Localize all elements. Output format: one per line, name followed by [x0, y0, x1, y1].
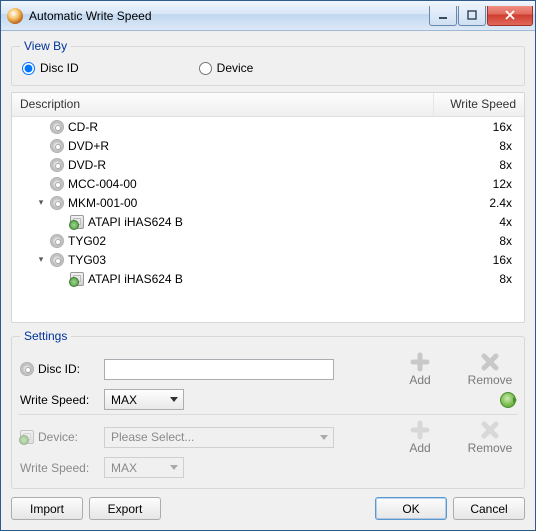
list-body[interactable]: CD-R 16x DVD+R 8x DVD-R 8x MCC-004-00 12x ▾ MKM-0…: [12, 117, 524, 322]
app-icon: [7, 8, 23, 24]
row-speed: 4x: [434, 215, 516, 229]
row-speed: 16x: [434, 120, 516, 134]
disc-icon: [50, 234, 64, 248]
device-select: Please Select...: [104, 427, 334, 448]
radio-disc-id[interactable]: Disc ID: [22, 61, 79, 75]
list-header: Description Write Speed: [12, 93, 524, 117]
table-row[interactable]: ATAPI iHAS624 B 4x: [12, 212, 524, 231]
radio-disc-id-label: Disc ID: [40, 61, 79, 75]
disc-icon: [50, 158, 64, 172]
row-label: ATAPI iHAS624 B: [88, 272, 183, 286]
window-buttons: [428, 6, 533, 26]
table-row[interactable]: ▾ TYG03 16x: [12, 250, 524, 269]
settings-group: Settings Disc ID: Add Re: [11, 329, 525, 489]
row-label: CD-R: [68, 120, 98, 134]
refresh-icon[interactable]: [500, 392, 516, 408]
radio-device-label: Device: [217, 61, 254, 75]
window-title: Automatic Write Speed: [29, 9, 428, 23]
disc-icon: [50, 139, 64, 153]
row-speed: 12x: [434, 177, 516, 191]
radio-device-input[interactable]: [199, 62, 212, 75]
column-write-speed[interactable]: Write Speed: [434, 93, 524, 116]
device-icon: [70, 215, 84, 229]
maximize-button[interactable]: [458, 6, 486, 26]
close-button[interactable]: [487, 6, 533, 26]
list-panel: Description Write Speed CD-R16xDVD+R8xDV…: [11, 92, 525, 323]
row-speed: 2.4x: [434, 196, 516, 210]
settings-row-write-speed: Write Speed: MAX: [20, 389, 516, 410]
write-speed-label: Write Speed:: [20, 393, 98, 407]
radio-device[interactable]: Device: [199, 61, 254, 75]
settings-legend: Settings: [20, 329, 71, 343]
titlebar[interactable]: Automatic Write Speed: [1, 1, 535, 31]
row-speed: 8x: [434, 158, 516, 172]
device-write-speed-label: Write Speed:: [20, 461, 98, 475]
client-area: View By Disc ID Device Description Write…: [1, 31, 535, 530]
export-button[interactable]: Export: [89, 497, 161, 520]
expand-icon[interactable]: ▾: [36, 198, 46, 207]
table-row[interactable]: DVD+R 8x: [12, 136, 524, 155]
x-icon: [479, 351, 501, 373]
chevron-down-icon: [170, 465, 178, 470]
device-label: Device:: [20, 430, 98, 444]
row-label: TYG03: [68, 253, 106, 267]
row-label: ATAPI iHAS624 B: [88, 215, 183, 229]
add-button-disc[interactable]: Add: [394, 351, 446, 387]
write-speed-select[interactable]: MAX: [104, 389, 184, 410]
divider: [18, 414, 518, 415]
row-label: DVD+R: [68, 139, 109, 153]
bottom-bar: Import Export OK Cancel: [11, 495, 525, 520]
plus-icon: [409, 419, 431, 441]
device-icon: [20, 430, 34, 444]
row-speed: 16x: [434, 253, 516, 267]
device-icon: [70, 272, 84, 286]
row-speed: 8x: [434, 234, 516, 248]
chevron-down-icon: [320, 435, 328, 440]
cancel-button[interactable]: Cancel: [453, 497, 525, 520]
disc-id-input[interactable]: [104, 359, 334, 380]
row-label: MKM-001-00: [68, 196, 137, 210]
table-row[interactable]: ATAPI iHAS624 B 8x: [12, 269, 524, 288]
table-row[interactable]: DVD-R 8x: [12, 155, 524, 174]
row-label: TYG02: [68, 234, 106, 248]
row-speed: 8x: [434, 272, 516, 286]
table-row[interactable]: TYG02 8x: [12, 231, 524, 250]
add-button-device: Add: [394, 419, 446, 455]
view-by-group: View By Disc ID Device: [11, 39, 525, 86]
table-row[interactable]: MCC-004-00 12x: [12, 174, 524, 193]
row-label: MCC-004-00: [68, 177, 137, 191]
table-row[interactable]: CD-R 16x: [12, 117, 524, 136]
view-by-legend: View By: [20, 39, 71, 53]
row-speed: 8x: [434, 139, 516, 153]
disc-icon: [50, 196, 64, 210]
disc-icon: [50, 120, 64, 134]
disc-icon: [50, 177, 64, 191]
disc-icon: [20, 362, 34, 376]
ok-button[interactable]: OK: [375, 497, 447, 520]
remove-button-disc[interactable]: Remove: [464, 351, 516, 387]
radio-disc-id-input[interactable]: [22, 62, 35, 75]
column-description[interactable]: Description: [12, 93, 434, 116]
remove-button-device: Remove: [464, 419, 516, 455]
settings-row-device: Device: Please Select... Add Remove: [20, 419, 516, 455]
row-label: DVD-R: [68, 158, 106, 172]
device-write-speed-select: MAX: [104, 457, 184, 478]
expand-icon[interactable]: ▾: [36, 255, 46, 264]
x-icon: [479, 419, 501, 441]
import-button[interactable]: Import: [11, 497, 83, 520]
window: Automatic Write Speed View By Disc ID De…: [0, 0, 536, 531]
disc-icon: [50, 253, 64, 267]
disc-id-label: Disc ID:: [20, 362, 98, 376]
minimize-button[interactable]: [429, 6, 457, 26]
settings-row-device-write-speed: Write Speed: MAX: [20, 457, 516, 478]
table-row[interactable]: ▾ MKM-001-00 2.4x: [12, 193, 524, 212]
plus-icon: [409, 351, 431, 373]
chevron-down-icon: [170, 397, 178, 402]
settings-row-disc-id: Disc ID: Add Remove: [20, 351, 516, 387]
